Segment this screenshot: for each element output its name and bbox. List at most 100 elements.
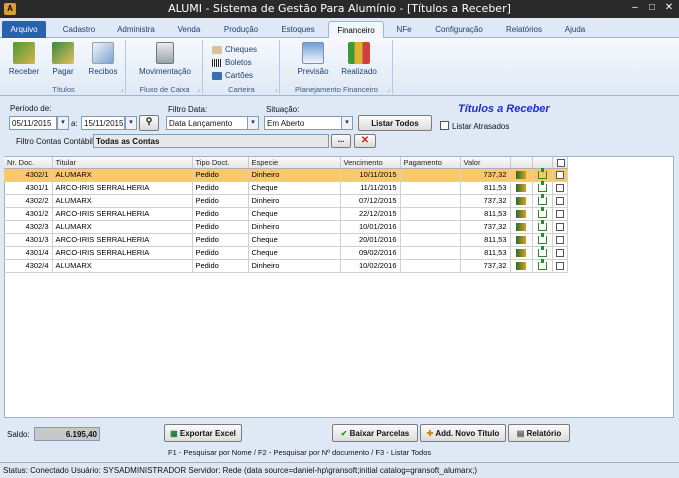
row-select-cell[interactable] — [552, 246, 568, 260]
row-action-b[interactable] — [532, 233, 553, 247]
table-row[interactable]: 4302/4 ALUMARX Pedido Dinheiro 10/02/2016 737… — [4, 259, 568, 273]
pagar-button[interactable]: Pagar — [46, 42, 80, 76]
table-row[interactable]: 4301/2 ARCO-IRIS SERRALHERIA Pedido Cheque 2… — [4, 207, 568, 221]
tab-producao[interactable]: Produção — [216, 21, 266, 38]
download-icon[interactable] — [537, 194, 547, 205]
row-checkbox[interactable] — [555, 249, 564, 257]
movimentacao-button[interactable]: Movimentação — [131, 42, 199, 76]
col-titular[interactable]: Titular — [52, 157, 193, 169]
row-select-cell[interactable] — [552, 207, 568, 221]
tab-estoques[interactable]: Estoques — [274, 21, 322, 38]
tab-configuracao[interactable]: Configuração — [428, 21, 490, 38]
launcher-icon[interactable]: ⌟ — [387, 86, 390, 93]
situacao-select[interactable]: Em Aberto — [264, 116, 342, 130]
clear-filter-button[interactable]: ✕ — [354, 134, 376, 148]
listar-atrasados-checkbox[interactable] — [440, 121, 449, 130]
row-select-cell[interactable] — [552, 194, 568, 208]
row-select-cell[interactable] — [552, 233, 568, 247]
listar-todos-button[interactable]: Listar Todos — [358, 115, 432, 131]
col-tipo-doct[interactable]: Tipo Doct. — [192, 157, 249, 169]
row-action-b[interactable] — [532, 194, 553, 208]
row-checkbox[interactable] — [555, 184, 564, 192]
add-novo-titulo-button[interactable]: ✚ Add. Novo Título — [420, 424, 506, 442]
table-row[interactable]: 4301/3 ARCO-IRIS SERRALHERIA Pedido Cheque 2… — [4, 233, 568, 247]
maximize-button[interactable]: □ — [645, 2, 659, 13]
filtro-data-select[interactable]: Data Lançamento — [166, 116, 248, 130]
row-checkbox[interactable] — [555, 236, 564, 244]
download-icon[interactable] — [537, 181, 547, 192]
row-action-a[interactable] — [510, 168, 533, 182]
launcher-icon[interactable]: ⌟ — [274, 86, 277, 93]
row-action-a[interactable] — [510, 259, 533, 273]
document-edit-icon[interactable] — [516, 236, 526, 244]
table-row[interactable]: 4301/1 ARCO-IRIS SERRALHERIA Pedido Cheque 1… — [4, 181, 568, 195]
col-nr-doc[interactable]: Nr. Doc. — [4, 157, 53, 169]
col-vencimento[interactable]: Vencimento — [340, 157, 401, 169]
download-icon[interactable] — [537, 259, 547, 270]
row-action-a[interactable] — [510, 220, 533, 234]
filtro-contas-field[interactable]: Todas as Contas — [93, 134, 329, 148]
table-row[interactable]: 4301/4 ARCO-IRIS SERRALHERIA Pedido Cheque 0… — [4, 246, 568, 260]
row-select-cell[interactable] — [552, 168, 568, 182]
row-select-cell[interactable] — [552, 259, 568, 273]
date-to-input[interactable]: 15/11/2015 — [81, 116, 125, 130]
exportar-excel-button[interactable]: ▦ Exportar Excel — [164, 424, 242, 442]
tab-cadastro[interactable]: Cadastro — [56, 21, 102, 38]
document-edit-icon[interactable] — [516, 223, 526, 231]
tab-financeiro[interactable]: Financeiro — [328, 21, 384, 38]
row-checkbox[interactable] — [555, 171, 564, 179]
row-action-a[interactable] — [510, 194, 533, 208]
contas-browse-button[interactable]: ... — [331, 134, 351, 148]
row-checkbox[interactable] — [555, 197, 564, 205]
col-valor[interactable]: Valor — [460, 157, 511, 169]
date-from-input[interactable]: 05/11/2015 — [9, 116, 57, 130]
filtro-data-dropdown-icon[interactable]: ▾ — [247, 116, 259, 130]
document-edit-icon[interactable] — [516, 184, 526, 192]
select-all-checkbox[interactable] — [557, 158, 565, 167]
table-row[interactable]: 4302/2 ALUMARX Pedido Dinheiro 07/12/2015 737… — [4, 194, 568, 208]
situacao-dropdown-icon[interactable]: ▾ — [341, 116, 353, 130]
row-action-a[interactable] — [510, 207, 533, 221]
download-icon[interactable] — [537, 207, 547, 218]
recibos-button[interactable]: Recibos — [84, 42, 122, 76]
tab-administra[interactable]: Administra — [110, 21, 162, 38]
document-edit-icon[interactable] — [516, 210, 526, 218]
document-edit-icon[interactable] — [516, 171, 526, 179]
receber-button[interactable]: Receber — [6, 42, 42, 76]
row-select-cell[interactable] — [552, 220, 568, 234]
close-button[interactable]: ✕ — [662, 2, 676, 13]
row-checkbox[interactable] — [555, 262, 564, 270]
minimize-button[interactable]: – — [628, 2, 642, 13]
row-action-b[interactable] — [532, 181, 553, 195]
row-action-b[interactable] — [532, 168, 553, 182]
row-select-cell[interactable] — [552, 181, 568, 195]
date-from-dropdown-icon[interactable]: ▾ — [57, 116, 69, 130]
download-icon[interactable] — [537, 233, 547, 244]
download-icon[interactable] — [537, 246, 547, 257]
download-icon[interactable] — [537, 168, 547, 179]
col-especie[interactable]: Especie — [248, 157, 341, 169]
row-action-b[interactable] — [532, 220, 553, 234]
search-button[interactable]: ⚲ — [139, 115, 159, 131]
row-action-a[interactable] — [510, 233, 533, 247]
tab-nfe[interactable]: NFe — [390, 21, 418, 38]
launcher-icon[interactable]: ⌟ — [197, 86, 200, 93]
realizado-button[interactable]: Realizado — [337, 42, 381, 76]
document-edit-icon[interactable] — [516, 262, 526, 270]
tab-venda[interactable]: Venda — [170, 21, 208, 38]
tab-ajuda[interactable]: Ajuda — [558, 21, 592, 38]
table-row[interactable]: 4302/3 ALUMARX Pedido Dinheiro 10/01/2016 737… — [4, 220, 568, 234]
col-select-all[interactable] — [552, 157, 568, 169]
document-edit-icon[interactable] — [516, 249, 526, 257]
tab-arquivo[interactable]: Arquivo — [2, 21, 46, 38]
relatorio-button[interactable]: ▤ Relatório — [508, 424, 570, 442]
tab-relatorios[interactable]: Relatórios — [498, 21, 550, 38]
cheques-button[interactable]: Cheques — [212, 45, 257, 56]
row-action-a[interactable] — [510, 246, 533, 260]
previsao-button[interactable]: Previsão — [295, 42, 331, 76]
row-action-a[interactable] — [510, 181, 533, 195]
col-pagamento[interactable]: Pagamento — [400, 157, 461, 169]
boletos-button[interactable]: Boletos — [212, 58, 252, 69]
row-action-b[interactable] — [532, 259, 553, 273]
baixar-parcelas-button[interactable]: ✔ Baixar Parcelas — [332, 424, 418, 442]
